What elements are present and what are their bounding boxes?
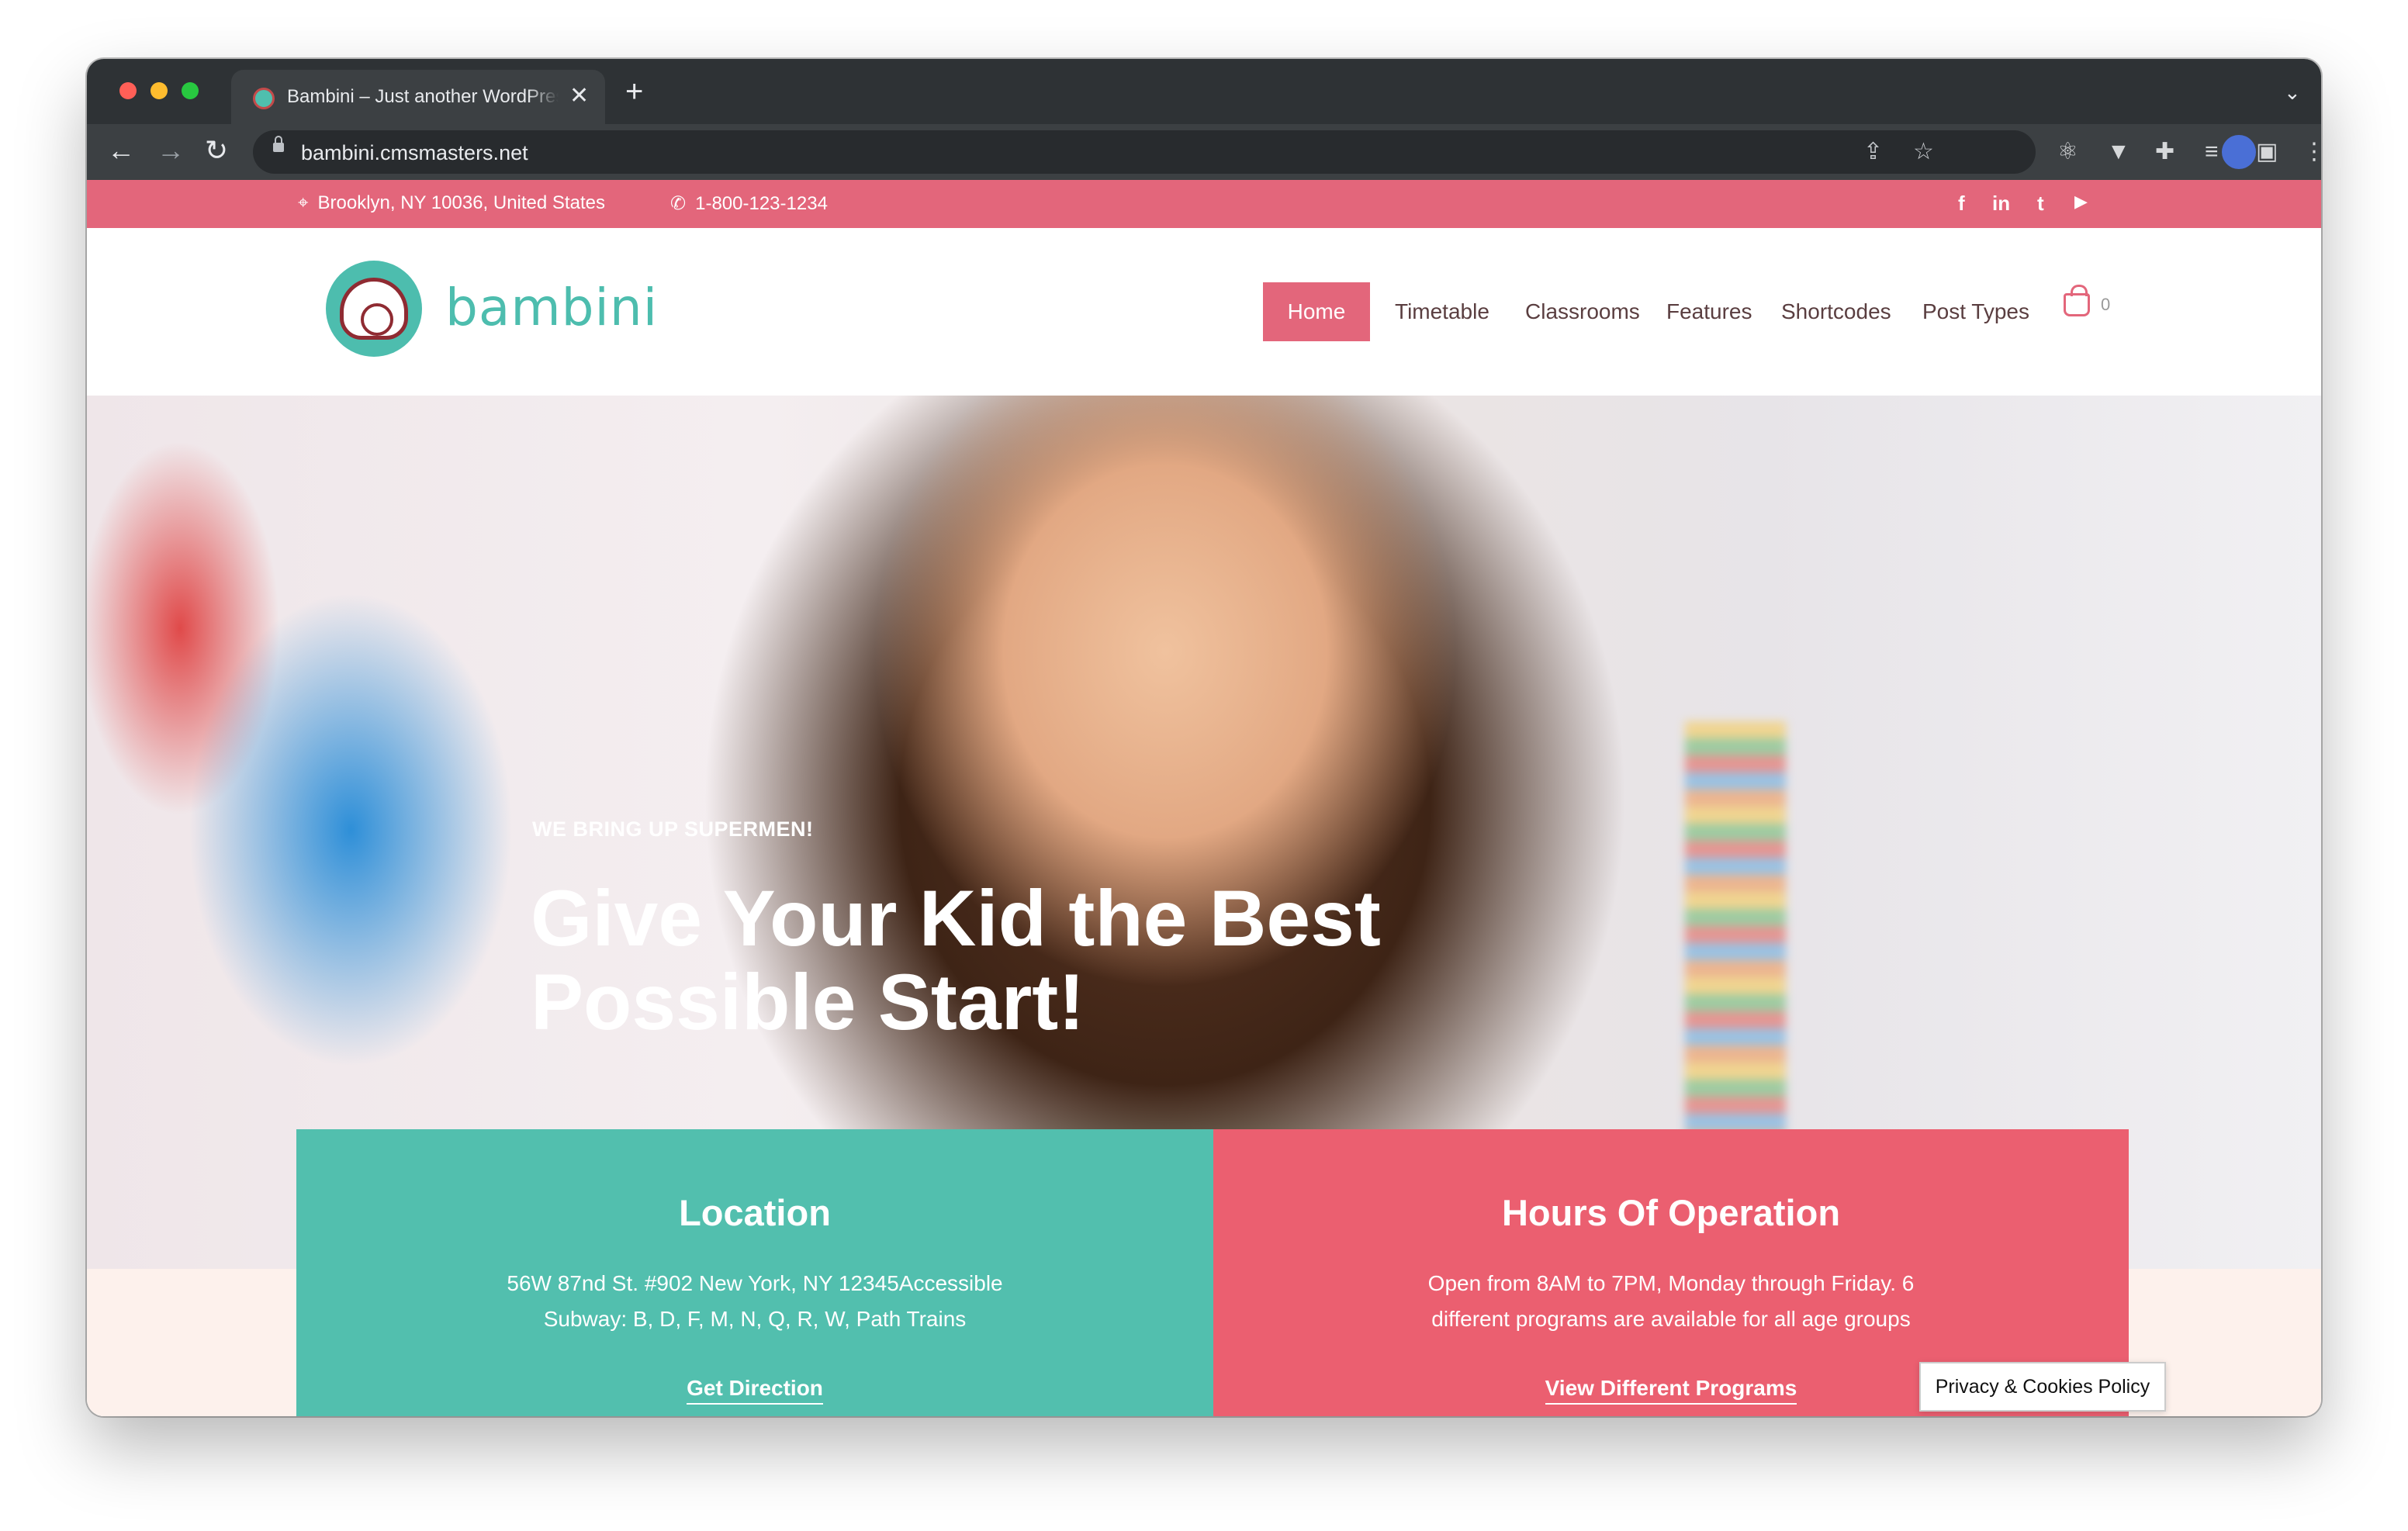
phone-info[interactable]: ✆ 1-800-123-1234: [670, 192, 828, 215]
browser-tab[interactable]: Bambini – Just another WordPress site ✕: [231, 70, 605, 124]
share-icon[interactable]: ⇪: [1863, 138, 1883, 165]
minimize-window-button[interactable]: [150, 82, 168, 99]
tab-strip: Bambini – Just another WordPress site ✕ …: [87, 59, 2321, 124]
browser-menu-icon[interactable]: ⋮: [2302, 138, 2321, 166]
twitter-icon[interactable]: t: [2037, 192, 2044, 216]
extensions-puzzle-icon[interactable]: ✚: [2155, 138, 2174, 166]
nav-home[interactable]: Home: [1263, 282, 1370, 341]
url-text[interactable]: bambini.cmsmasters.net: [301, 141, 528, 165]
privacy-policy-button[interactable]: Privacy & Cookies Policy: [1919, 1362, 2166, 1412]
elephant-shape: [340, 278, 408, 340]
browser-toolbar: ← → ↻ bambini.cmsmasters.net ⇪ ☆ ⚛ ▼ ✚ ≡: [87, 124, 2321, 180]
location-title: Location: [679, 1192, 831, 1233]
hours-text: Open from 8AM to 7PM, Monday through Fri…: [1427, 1271, 1915, 1331]
bookmark-star-icon[interactable]: ☆: [1913, 138, 1934, 165]
location-pin-icon: ⌖: [298, 192, 309, 213]
facebook-icon[interactable]: f: [1958, 192, 1965, 216]
nav-shortcodes[interactable]: Shortcodes: [1781, 299, 1891, 324]
view-programs-label[interactable]: View Different Programs: [1545, 1376, 1797, 1405]
nav-classrooms[interactable]: Classrooms: [1525, 299, 1640, 324]
address-bar[interactable]: bambini.cmsmasters.net ⇪ ☆: [253, 130, 2036, 174]
profile-avatar[interactable]: [2222, 135, 2256, 169]
phone-icon: ✆: [670, 193, 687, 214]
hero-title: Give Your Kid the Best Possible Start!: [531, 874, 1381, 1046]
web-page: ⌖ Brooklyn, NY 10036, United States ✆ 1-80…: [87, 180, 2321, 1416]
new-tab-button[interactable]: +: [625, 76, 643, 107]
cart-count: 0: [2101, 295, 2111, 314]
linkedin-icon[interactable]: in: [1992, 192, 2010, 216]
tab-search-chevron-icon[interactable]: ⌄: [2284, 81, 2301, 105]
location-text: 56W 87nd St. #902 New York, NY 12345Acce…: [507, 1271, 1003, 1331]
close-window-button[interactable]: [119, 82, 137, 99]
browser-window: Bambini – Just another WordPress site ✕ …: [87, 59, 2321, 1416]
back-arrow-icon[interactable]: ←: [107, 135, 135, 166]
media-playlist-icon[interactable]: ≡: [2205, 138, 2219, 166]
nav-timetable[interactable]: Timetable: [1395, 299, 1489, 324]
address-text: Brooklyn, NY 10036, United States: [317, 192, 605, 213]
site-header: bambini Home Timetable Classrooms Featur…: [87, 228, 2321, 396]
hero-subtitle: WE BRING UP SUPERMEN!: [532, 817, 814, 841]
maximize-window-button[interactable]: [182, 82, 199, 99]
vue-devtools-icon[interactable]: ▼: [2107, 138, 2130, 166]
side-panel-icon[interactable]: ▣: [2256, 138, 2278, 166]
phone-text[interactable]: 1-800-123-1234: [695, 193, 828, 214]
hero-section: WE BRING UP SUPERMEN! Give Your Kid the …: [87, 396, 2321, 1416]
shopping-bag-icon[interactable]: [2064, 285, 2090, 316]
tab-title: Bambini – Just another WordPress site: [287, 86, 559, 108]
get-direction-label[interactable]: Get Direction: [687, 1376, 823, 1405]
address-info: ⌖ Brooklyn, NY 10036, United States: [298, 192, 605, 214]
forward-arrow-icon[interactable]: →: [157, 135, 185, 166]
react-devtools-icon[interactable]: ⚛: [2057, 138, 2078, 166]
favicon-icon: [253, 88, 275, 109]
elephant-logo-icon[interactable]: [326, 261, 422, 357]
nav-post-types[interactable]: Post Types: [1922, 299, 2029, 324]
lock-icon[interactable]: [273, 136, 284, 152]
youtube-icon[interactable]: ▶: [2074, 192, 2088, 212]
location-card: Location 56W 87nd St. #902 New York, NY …: [296, 1129, 1213, 1416]
reload-icon[interactable]: ↻: [205, 135, 228, 166]
logo-text[interactable]: bambini: [445, 278, 658, 337]
get-direction-link[interactable]: Get Direction: [296, 1376, 1213, 1405]
top-info-bar: ⌖ Brooklyn, NY 10036, United States ✆ 1-80…: [87, 180, 2321, 228]
hours-title: Hours Of Operation: [1501, 1192, 1841, 1233]
nav-features[interactable]: Features: [1666, 299, 1752, 324]
close-tab-icon[interactable]: ✕: [569, 82, 589, 109]
